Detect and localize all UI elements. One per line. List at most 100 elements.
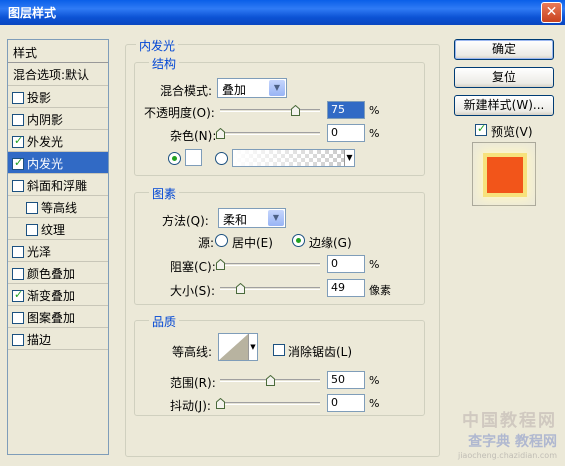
style-item-checkbox[interactable] <box>12 268 24 280</box>
opacity-slider-thumb[interactable] <box>291 105 300 116</box>
style-item-checkbox[interactable] <box>12 180 24 192</box>
choke-label: 阻塞(C): <box>170 260 216 274</box>
style-item[interactable]: 图案叠加 <box>8 306 108 328</box>
preview-swatch <box>487 157 523 193</box>
size-slider-thumb[interactable] <box>236 283 245 294</box>
noise-slider-thumb[interactable] <box>216 128 225 139</box>
range-unit: % <box>369 374 380 387</box>
range-slider-thumb[interactable] <box>266 375 275 386</box>
range-slider[interactable] <box>220 375 320 386</box>
ok-button[interactable]: 确定 <box>454 39 554 60</box>
jitter-slider-thumb[interactable] <box>216 398 225 409</box>
style-item[interactable]: 投影 <box>8 86 108 108</box>
quality-legend: 品质 <box>149 313 180 330</box>
styles-list: 样式 混合选项:默认 投影内阴影外发光内发光斜面和浮雕等高线纹理光泽颜色叠加渐变… <box>7 39 109 455</box>
noise-unit: % <box>369 127 380 140</box>
style-item-checkbox[interactable] <box>26 224 38 236</box>
blend-mode-select[interactable]: 叠加 ▼ <box>217 78 287 98</box>
choke-input[interactable]: 0 <box>327 255 365 273</box>
style-item-label: 颜色叠加 <box>27 267 76 281</box>
color-swatch[interactable] <box>185 149 202 166</box>
noise-label: 杂色(N): <box>170 129 217 143</box>
contour-chevron-icon[interactable]: ▼ <box>248 334 257 360</box>
chevron-down-icon: ▼ <box>269 80 285 96</box>
style-item-checkbox[interactable] <box>12 92 24 104</box>
choke-unit: % <box>369 258 380 271</box>
opacity-input[interactable]: 75 <box>327 101 365 119</box>
preview-label[interactable]: 预览(V) <box>491 123 533 140</box>
inner-glow-legend: 内发光 <box>136 37 179 54</box>
choke-slider-thumb[interactable] <box>216 259 225 270</box>
source-edge-label[interactable]: 边缘(G) <box>309 234 352 251</box>
style-item[interactable]: 描边 <box>8 328 108 350</box>
style-item-label: 光泽 <box>27 245 52 259</box>
noise-input[interactable]: 0 <box>327 124 365 142</box>
style-item-label: 等高线 <box>41 201 78 215</box>
style-item-checkbox[interactable] <box>26 202 38 214</box>
range-input[interactable]: 50 <box>327 371 365 389</box>
style-item-checkbox[interactable] <box>12 288 24 302</box>
preview-checkbox[interactable] <box>475 122 487 136</box>
styles-list-header[interactable]: 样式 <box>8 40 108 63</box>
style-item-checkbox[interactable] <box>12 134 24 148</box>
gradient-chevron-icon[interactable]: ▼ <box>344 150 354 166</box>
reset-button[interactable]: 复位 <box>454 67 554 88</box>
style-item-label: 图案叠加 <box>27 311 76 325</box>
opacity-unit: % <box>369 104 380 117</box>
watermark-line2: 查字典 教程网 <box>468 434 557 450</box>
antialias-checkbox[interactable] <box>273 344 285 356</box>
style-item-checkbox[interactable] <box>12 312 24 324</box>
style-item[interactable]: 外发光 <box>8 130 108 152</box>
size-input[interactable]: 49 <box>327 279 365 297</box>
gradient-picker[interactable]: ▼ <box>232 149 355 167</box>
style-item[interactable]: 等高线 <box>8 196 108 218</box>
new-style-button[interactable]: 新建样式(W)... <box>454 95 554 116</box>
style-item-checkbox[interactable] <box>12 334 24 346</box>
choke-slider[interactable] <box>216 259 320 270</box>
style-item[interactable]: 纹理 <box>8 218 108 240</box>
style-item[interactable]: 内阴影 <box>8 108 108 130</box>
blend-mode-label: 混合模式: <box>160 84 213 98</box>
preview-thumbnail <box>472 142 536 206</box>
chevron-down-icon: ▼ <box>268 210 284 226</box>
gradient-radio[interactable] <box>215 152 228 165</box>
style-item[interactable]: 光泽 <box>8 240 108 262</box>
jitter-slider[interactable] <box>216 398 320 409</box>
source-center-radio[interactable] <box>215 234 228 247</box>
jitter-input[interactable]: 0 <box>327 394 365 412</box>
style-item-checkbox[interactable] <box>12 246 24 258</box>
style-item-label: 纹理 <box>41 223 66 237</box>
style-item[interactable]: 颜色叠加 <box>8 262 108 284</box>
elements-legend: 图素 <box>149 185 180 202</box>
size-unit: 像素 <box>369 284 391 297</box>
noise-slider[interactable] <box>216 128 320 139</box>
watermark: 中国教程网 查字典 教程网 jiaocheng.chazidian.com <box>458 406 557 460</box>
source-edge-radio[interactable] <box>292 234 305 247</box>
style-item-checkbox[interactable] <box>12 114 24 126</box>
title-bar: 图层样式 ✕ <box>0 0 565 25</box>
method-value: 柔和 <box>223 213 248 227</box>
method-select[interactable]: 柔和 ▼ <box>218 208 286 228</box>
watermark-line1: 中国教程网 <box>462 411 557 431</box>
blending-options-item[interactable]: 混合选项:默认 <box>8 63 108 86</box>
opacity-slider[interactable] <box>220 105 320 116</box>
style-item[interactable]: 渐变叠加 <box>8 284 108 306</box>
antialias-label[interactable]: 消除锯齿(L) <box>288 343 352 360</box>
watermark-line3: jiaocheng.chazidian.com <box>457 451 557 460</box>
style-item[interactable]: 内发光 <box>8 152 108 174</box>
style-item-label: 内发光 <box>27 157 64 171</box>
window-title: 图层样式 <box>8 6 57 20</box>
style-item-checkbox[interactable] <box>12 156 24 170</box>
style-item-label: 内阴影 <box>27 113 64 127</box>
style-item-label: 斜面和浮雕 <box>27 179 88 193</box>
size-slider[interactable] <box>220 283 320 294</box>
contour-picker[interactable]: ▼ <box>218 333 258 361</box>
solid-color-radio[interactable] <box>168 152 181 165</box>
opacity-label: 不透明度(O): <box>144 106 215 120</box>
contour-label: 等高线: <box>172 345 213 359</box>
style-item[interactable]: 斜面和浮雕 <box>8 174 108 196</box>
close-button[interactable]: ✕ <box>541 2 562 23</box>
style-item-label: 描边 <box>27 333 52 347</box>
source-center-label[interactable]: 居中(E) <box>232 234 273 251</box>
contour-preview-icon <box>219 334 248 360</box>
